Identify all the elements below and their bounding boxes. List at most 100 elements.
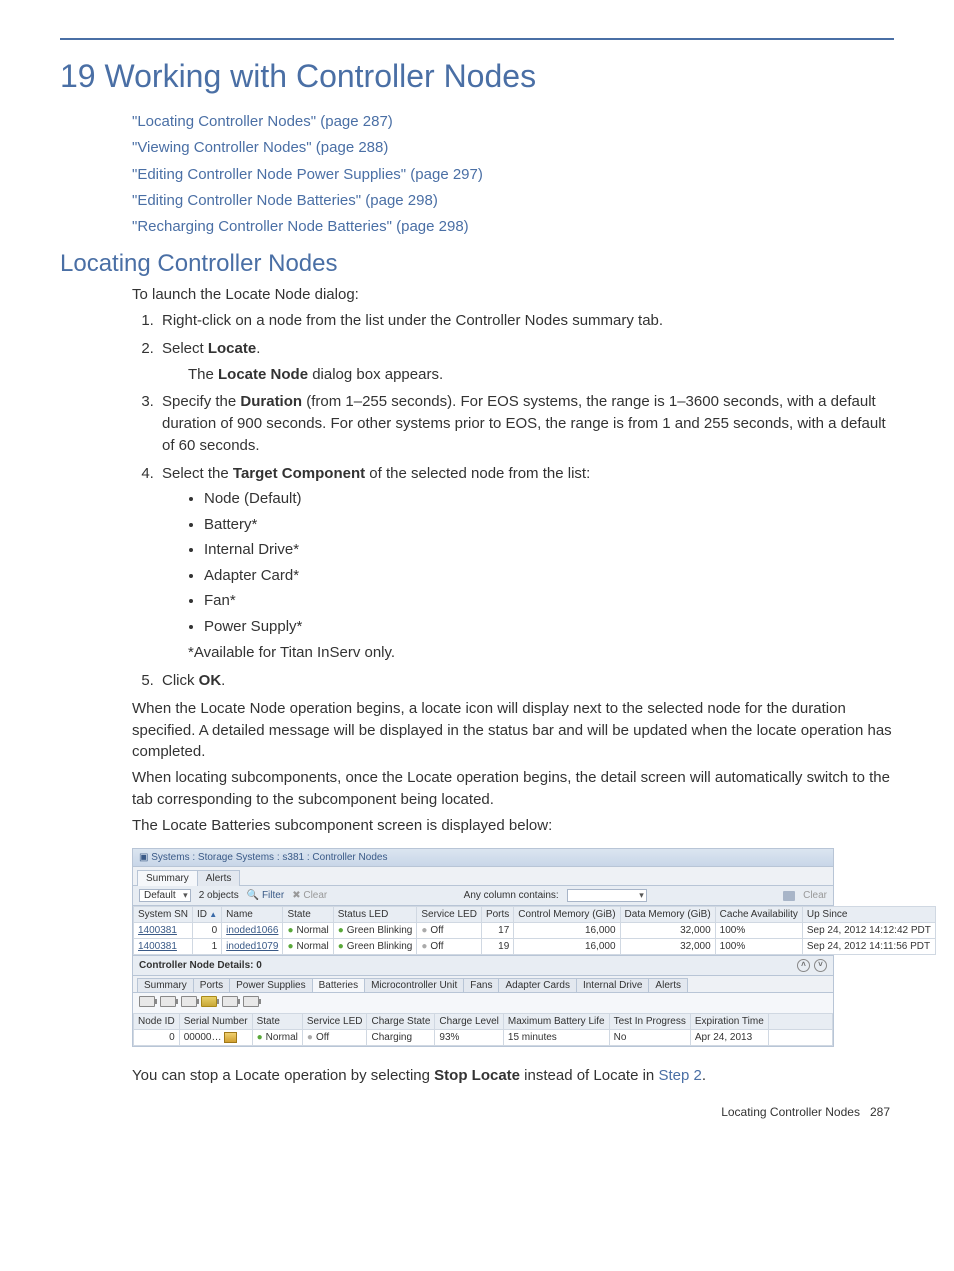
target-component-list: Node (Default) Battery* Internal Drive* … bbox=[162, 488, 894, 638]
list-item: Fan* bbox=[204, 590, 894, 613]
table-header-row: Node ID Serial Number State Service LED … bbox=[134, 1014, 833, 1030]
batteries-table: Node ID Serial Number State Service LED … bbox=[133, 1013, 833, 1046]
section-title: Locating Controller Nodes bbox=[60, 250, 894, 278]
paragraph: When the Locate Node operation begins, a… bbox=[132, 698, 894, 763]
battery-icon[interactable] bbox=[243, 996, 259, 1007]
col-cache-avail[interactable]: Cache Availability bbox=[715, 907, 802, 923]
col-system-sn[interactable]: System SN bbox=[134, 907, 193, 923]
toc-link[interactable]: "Viewing Controller Nodes" (page 288) bbox=[132, 135, 894, 161]
col-max-batt-life[interactable]: Maximum Battery Life bbox=[503, 1014, 609, 1030]
step-5: Click OK. bbox=[158, 670, 894, 692]
led-dot-icon bbox=[338, 941, 347, 952]
toc-link[interactable]: "Editing Controller Node Power Supplies"… bbox=[132, 162, 894, 188]
subtab-internal-drive[interactable]: Internal Drive bbox=[576, 978, 649, 992]
toc-link[interactable]: "Recharging Controller Node Batteries" (… bbox=[132, 214, 894, 240]
col-ports[interactable]: Ports bbox=[481, 907, 513, 923]
nodes-table: System SN ID Name State Status LED Servi… bbox=[133, 906, 936, 955]
paragraph: The Locate Batteries subcomponent screen… bbox=[132, 815, 894, 837]
printer-icon[interactable] bbox=[783, 891, 795, 901]
list-item: Node (Default) bbox=[204, 488, 894, 511]
col-id[interactable]: ID bbox=[193, 907, 222, 923]
col-test-in-progress[interactable]: Test In Progress bbox=[609, 1014, 690, 1030]
battery-icon[interactable] bbox=[160, 996, 176, 1007]
subtab-batteries[interactable]: Batteries bbox=[312, 978, 365, 992]
filter-select[interactable]: Default bbox=[139, 889, 191, 902]
col-charge-state[interactable]: Charge State bbox=[367, 1014, 435, 1030]
node-name-link[interactable]: inoded1066 bbox=[226, 925, 278, 936]
filter-link[interactable]: 🔍 Filter bbox=[247, 890, 284, 901]
node-name-link[interactable]: inoded1079 bbox=[226, 941, 278, 952]
table-row[interactable]: 1400381 1 inoded1079 Normal Green Blinki… bbox=[134, 939, 936, 955]
led-dot-icon bbox=[338, 925, 347, 936]
paragraph: When locating subcomponents, once the Lo… bbox=[132, 767, 894, 811]
step-2: Select Locate. The Locate Node dialog bo… bbox=[158, 338, 894, 386]
col-data-mem[interactable]: Data Memory (GiB) bbox=[620, 907, 715, 923]
window-titlebar: ▣ Systems : Storage Systems : s381 : Con… bbox=[133, 849, 833, 867]
expand-up-icon[interactable]: ˄ bbox=[797, 959, 810, 972]
table-row[interactable]: 1400381 0 inoded1066 Normal Green Blinki… bbox=[134, 923, 936, 939]
details-titlebar: Controller Node Details: 0 ˄ ˅ bbox=[133, 955, 833, 976]
screenshot-panel: ▣ Systems : Storage Systems : s381 : Con… bbox=[132, 848, 834, 1047]
step-4: Select the Target Component of the selec… bbox=[158, 463, 894, 665]
list-item: Internal Drive* bbox=[204, 539, 894, 562]
availability-note: *Available for Titan InServ only. bbox=[188, 642, 894, 664]
subtab-ports[interactable]: Ports bbox=[193, 978, 230, 992]
col-state[interactable]: State bbox=[252, 1014, 302, 1030]
col-status-led[interactable]: Status LED bbox=[333, 907, 417, 923]
chapter-toc: "Locating Controller Nodes" (page 287) "… bbox=[132, 109, 894, 240]
subtab-summary[interactable]: Summary bbox=[137, 978, 194, 992]
clear-link-2[interactable]: Clear bbox=[803, 890, 827, 901]
battery-icon[interactable] bbox=[181, 996, 197, 1007]
table-header-row: System SN ID Name State Status LED Servi… bbox=[134, 907, 936, 923]
steps-list: Right-click on a node from the list unde… bbox=[132, 310, 894, 692]
list-item: Adapter Card* bbox=[204, 565, 894, 588]
subtab-mcu[interactable]: Microcontroller Unit bbox=[364, 978, 464, 992]
col-service-led[interactable]: Service LED bbox=[417, 907, 482, 923]
tab-summary[interactable]: Summary bbox=[137, 870, 198, 886]
page-footer: Locating Controller Nodes 287 bbox=[60, 1105, 894, 1119]
col-up-since[interactable]: Up Since bbox=[802, 907, 935, 923]
battery-icon[interactable] bbox=[222, 996, 238, 1007]
subtab-power-supplies[interactable]: Power Supplies bbox=[229, 978, 312, 992]
col-state[interactable]: State bbox=[283, 907, 333, 923]
object-count: 2 objects bbox=[199, 890, 239, 901]
col-charge-level[interactable]: Charge Level bbox=[435, 1014, 503, 1030]
step-1: Right-click on a node from the list unde… bbox=[158, 310, 894, 332]
step-2-link[interactable]: Step 2 bbox=[658, 1067, 701, 1084]
locate-icon bbox=[224, 1032, 237, 1043]
closing-paragraph: You can stop a Locate operation by selec… bbox=[132, 1065, 894, 1087]
list-item: Battery* bbox=[204, 514, 894, 537]
toc-link[interactable]: "Locating Controller Nodes" (page 287) bbox=[132, 109, 894, 135]
subtab-alerts[interactable]: Alerts bbox=[648, 978, 688, 992]
col-node-id[interactable]: Node ID bbox=[134, 1014, 180, 1030]
tab-alerts[interactable]: Alerts bbox=[197, 870, 241, 886]
step-3: Specify the Duration (from 1–255 seconds… bbox=[158, 391, 894, 456]
intro-text: To launch the Locate Node dialog: bbox=[132, 284, 894, 306]
col-service-led[interactable]: Service LED bbox=[302, 1014, 367, 1030]
expand-down-icon[interactable]: ˅ bbox=[814, 959, 827, 972]
chapter-title: 19 Working with Controller Nodes bbox=[60, 58, 894, 95]
window-icon: ▣ bbox=[139, 852, 151, 863]
table-row[interactable]: 0 00000… Normal Off Charging 93% 15 minu… bbox=[134, 1030, 833, 1046]
col-name[interactable]: Name bbox=[222, 907, 283, 923]
toc-link[interactable]: "Editing Controller Node Batteries" (pag… bbox=[132, 188, 894, 214]
main-tabs: SummaryAlerts bbox=[133, 867, 833, 885]
col-serial[interactable]: Serial Number bbox=[179, 1014, 252, 1030]
status-dot-icon bbox=[257, 1032, 266, 1043]
list-item: Power Supply* bbox=[204, 616, 894, 639]
col-ctrl-mem[interactable]: Control Memory (GiB) bbox=[514, 907, 620, 923]
detail-subtabs: SummaryPortsPower SuppliesBatteriesMicro… bbox=[133, 976, 833, 992]
clear-link[interactable]: ✖ Clear bbox=[292, 890, 327, 901]
battery-icon-row bbox=[133, 992, 833, 1013]
anycol-label: Any column contains: bbox=[464, 890, 559, 901]
subtab-adapter-cards[interactable]: Adapter Cards bbox=[498, 978, 576, 992]
system-sn-link[interactable]: 1400381 bbox=[138, 941, 177, 952]
battery-icon[interactable] bbox=[201, 996, 217, 1007]
subtab-fans[interactable]: Fans bbox=[463, 978, 499, 992]
filter-bar: Default 2 objects 🔍 Filter ✖ Clear Any c… bbox=[133, 885, 833, 906]
col-expiration[interactable]: Expiration Time bbox=[690, 1014, 768, 1030]
anycol-input[interactable] bbox=[567, 889, 647, 902]
led-dot-icon bbox=[307, 1032, 316, 1043]
system-sn-link[interactable]: 1400381 bbox=[138, 925, 177, 936]
battery-icon[interactable] bbox=[139, 996, 155, 1007]
